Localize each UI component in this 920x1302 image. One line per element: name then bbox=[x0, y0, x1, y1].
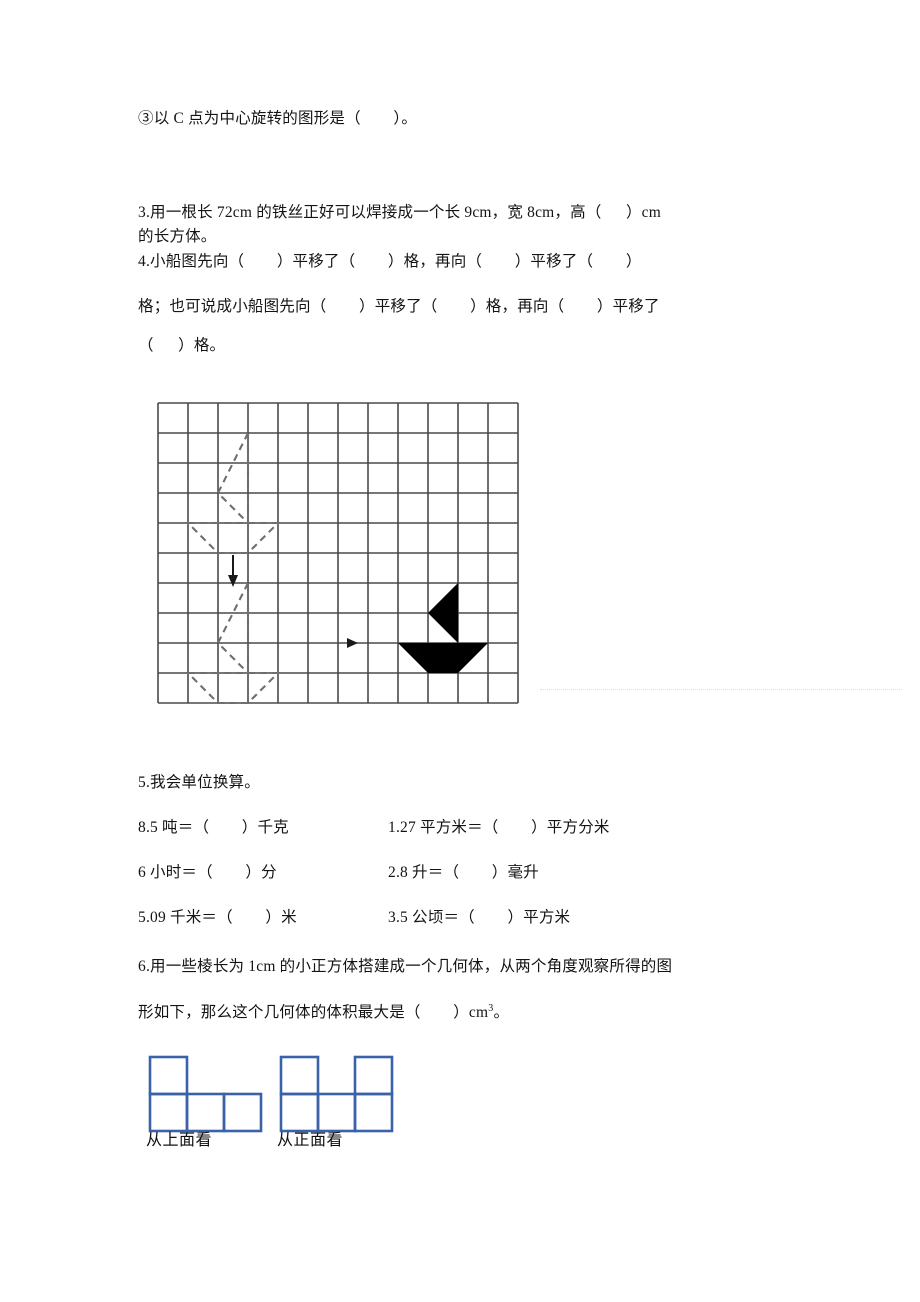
top-view-shape bbox=[148, 1055, 263, 1133]
question-5-title: 5.我会单位换算。 bbox=[138, 774, 260, 791]
view-figures bbox=[148, 1055, 398, 1133]
top-view-label: 从上面看 bbox=[146, 1132, 213, 1149]
scan-artifact-line bbox=[540, 689, 902, 691]
question-6-line2-text: 形如下，那么这个几何体的体积最大是（ ）cm bbox=[138, 1004, 489, 1022]
front-view-label: 从正面看 bbox=[277, 1132, 344, 1149]
question-4-line3: （ ）格。 bbox=[138, 337, 226, 354]
question-5-row-2-left: 5.09 千米＝（ ）米 bbox=[138, 909, 297, 926]
question-5-row-0-right: 1.27 平方米＝（ ）平方分米 bbox=[388, 819, 610, 836]
grid-svg bbox=[157, 402, 519, 705]
question-5-row-1-right: 2.8 升＝（ ）毫升 bbox=[388, 864, 539, 881]
horizontal-right-arrow bbox=[347, 638, 358, 648]
question-5-row-0-left: 8.5 吨＝（ ）千克 bbox=[138, 819, 289, 836]
solid-boat bbox=[398, 583, 488, 673]
question-6-line1: 6.用一些棱长为 1cm 的小正方体搭建成一个几何体，从两个角度观察所得的图 bbox=[138, 958, 673, 975]
question-4-line2: 格；也可说成小船图先向（ ）平移了（ ）格，再向（ ）平移了 bbox=[138, 298, 660, 315]
question-4-line1: 4.小船图先向（ ）平移了（ ）格，再向（ ）平移了（ ） bbox=[138, 253, 642, 270]
question-5-row-2-right: 3.5 公顷＝（ ）平方米 bbox=[388, 909, 571, 926]
question-6-line2-end: 。 bbox=[493, 1004, 510, 1022]
question-6-line2: 形如下，那么这个几何体的体积最大是（ ）cm3。 bbox=[138, 994, 509, 1028]
front-view-shape bbox=[279, 1055, 394, 1133]
question-2c-line1: ③以 C 点为中心旋转的图形是（ ）。 bbox=[138, 110, 418, 127]
translation-grid-figure bbox=[157, 402, 521, 709]
question-5-row-1-left: 6 小时＝（ ）分 bbox=[138, 864, 277, 881]
worksheet-page: ③以 C 点为中心旋转的图形是（ ）。 3.用一根长 72cm 的铁丝正好可以焊… bbox=[0, 0, 920, 1302]
view-figures-svg bbox=[148, 1055, 394, 1133]
